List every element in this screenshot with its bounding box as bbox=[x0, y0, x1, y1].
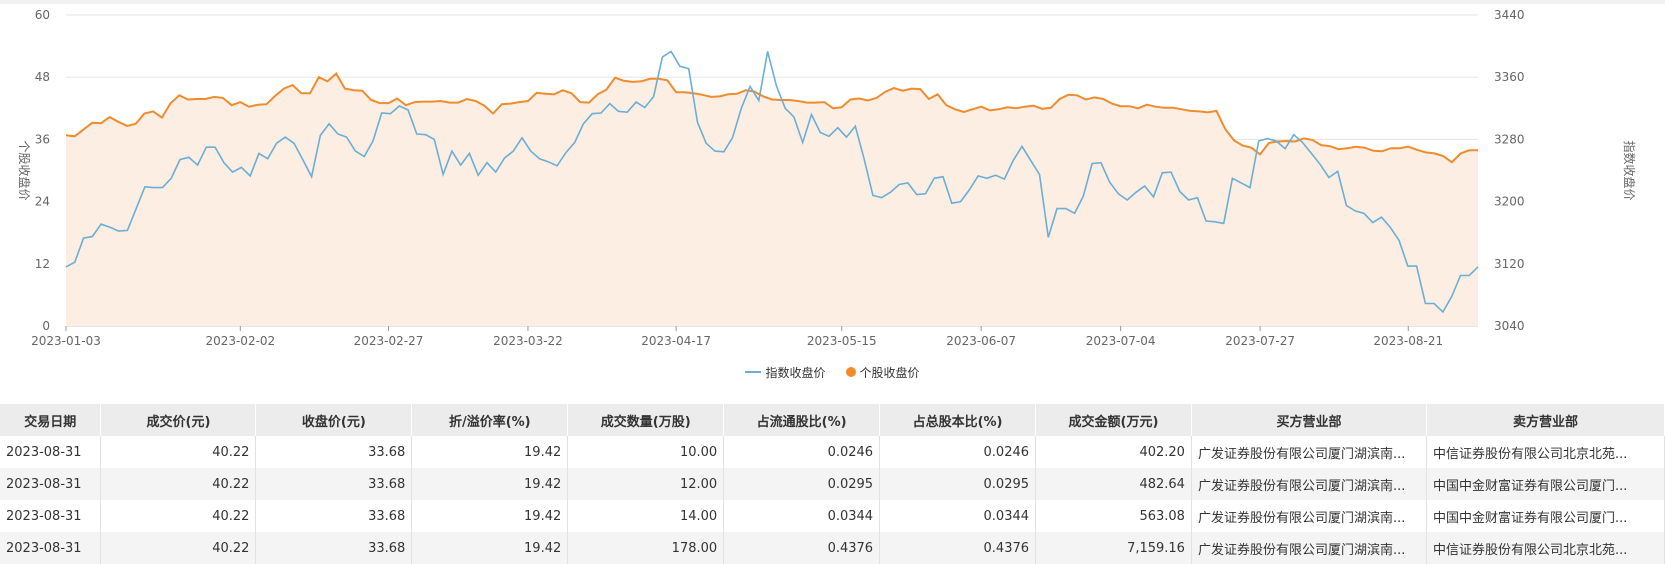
table-row: 2023-08-31 40.22 33.68 19.42 14.00 0.034… bbox=[0, 500, 1665, 532]
y-right-tick-label: 3360 bbox=[1494, 70, 1525, 84]
cell-close-price: 33.68 bbox=[255, 500, 413, 532]
cell-float-ratio: 0.0246 bbox=[723, 436, 881, 468]
cell-seller[interactable]: 中国中金财富证券有限公司厦门... bbox=[1426, 500, 1665, 532]
cell-premium-rate: 19.42 bbox=[411, 436, 569, 468]
cell-amount: 402.20 bbox=[1035, 436, 1192, 468]
y-right-axis-title: 指数收盘价 bbox=[1622, 140, 1637, 200]
y-left-tick-label: 60 bbox=[35, 8, 50, 22]
cell-volume: 10.00 bbox=[567, 436, 725, 468]
cell-trade-date: 2023-08-31 bbox=[0, 468, 102, 500]
y-right-tick-label: 3040 bbox=[1494, 319, 1525, 333]
legend-label-stock: 个股收盘价 bbox=[859, 365, 920, 380]
header-volume[interactable]: 成交数量(万股) bbox=[567, 404, 725, 436]
y-left-tick-label: 24 bbox=[35, 195, 50, 209]
line-swatch-icon bbox=[745, 371, 762, 373]
cell-volume: 12.00 bbox=[567, 468, 725, 500]
cell-buyer[interactable]: 广发证券股份有限公司厦门湖滨南... bbox=[1191, 436, 1427, 468]
cell-buyer[interactable]: 广发证券股份有限公司厦门湖滨南... bbox=[1191, 500, 1427, 532]
legend-label-index: 指数收盘价 bbox=[765, 365, 826, 380]
dot-swatch-icon bbox=[845, 367, 856, 377]
header-amount[interactable]: 成交金额(万元) bbox=[1035, 404, 1192, 436]
y-left-tick-label: 48 bbox=[35, 70, 50, 84]
y-left-tick-label: 0 bbox=[42, 319, 50, 333]
legend-item-stock[interactable]: 个股收盘价 bbox=[845, 364, 920, 380]
table-row: 2023-08-31 40.22 33.68 19.42 10.00 0.024… bbox=[0, 436, 1665, 468]
table-header-row: 交易日期 成交价(元) 收盘价(元) 折/溢价率(%) 成交数量(万股) 占流通… bbox=[0, 404, 1665, 436]
cell-close-price: 33.68 bbox=[255, 468, 413, 500]
y-right-tick-label: 3200 bbox=[1494, 195, 1525, 209]
y-right-tick-label: 3440 bbox=[1494, 8, 1525, 22]
x-tick-label: 2023-08-21 bbox=[1373, 334, 1443, 348]
cell-deal-price: 40.22 bbox=[100, 436, 257, 468]
cell-seller[interactable]: 中信证券股份有限公司北京北苑... bbox=[1426, 532, 1665, 564]
cell-trade-date: 2023-08-31 bbox=[0, 500, 102, 532]
header-total-ratio[interactable]: 占总股本比(%) bbox=[879, 404, 1037, 436]
header-seller[interactable]: 卖方营业部 bbox=[1426, 404, 1665, 436]
cell-buyer[interactable]: 广发证券股份有限公司厦门湖滨南... bbox=[1191, 468, 1427, 500]
cell-float-ratio: 0.0295 bbox=[723, 468, 881, 500]
x-tick-label: 2023-07-04 bbox=[1086, 334, 1156, 348]
header-premium-rate[interactable]: 折/溢价率(%) bbox=[411, 404, 569, 436]
x-tick-label: 2023-02-02 bbox=[205, 334, 275, 348]
y-left-tick-label: 12 bbox=[35, 257, 50, 271]
cell-premium-rate: 19.42 bbox=[411, 532, 569, 564]
y-right-tick-label: 3120 bbox=[1494, 257, 1525, 271]
cell-total-ratio: 0.4376 bbox=[879, 532, 1037, 564]
table-row: 2023-08-31 40.22 33.68 19.42 178.00 0.43… bbox=[0, 532, 1665, 564]
x-tick-label: 2023-07-27 bbox=[1225, 334, 1295, 348]
x-tick-label: 2023-01-03 bbox=[31, 334, 101, 348]
x-tick-label: 2023-02-27 bbox=[354, 334, 424, 348]
cell-deal-price: 40.22 bbox=[100, 532, 257, 564]
cell-deal-price: 40.22 bbox=[100, 468, 257, 500]
cell-volume: 178.00 bbox=[567, 532, 725, 564]
x-tick-label: 2023-06-07 bbox=[946, 334, 1016, 348]
cell-volume: 14.00 bbox=[567, 500, 725, 532]
table-row: 2023-08-31 40.22 33.68 19.42 12.00 0.029… bbox=[0, 468, 1665, 500]
price-chart: 0 3040 12 3120 24 3200 36 3280 48 3360 60 3440 个股收盘价… bbox=[17, 8, 1637, 348]
cell-total-ratio: 0.0295 bbox=[879, 468, 1037, 500]
x-tick-label: 2023-04-17 bbox=[641, 334, 711, 348]
header-float-ratio[interactable]: 占流通股比(%) bbox=[723, 404, 881, 436]
cell-total-ratio: 0.0344 bbox=[879, 500, 1037, 532]
cell-seller[interactable]: 中国中金财富证券有限公司厦门... bbox=[1426, 468, 1665, 500]
header-buyer[interactable]: 买方营业部 bbox=[1191, 404, 1427, 436]
y-left-axis-title: 个股收盘价 bbox=[17, 140, 32, 200]
cell-premium-rate: 19.42 bbox=[411, 468, 569, 500]
cell-total-ratio: 0.0246 bbox=[879, 436, 1037, 468]
x-tick-label: 2023-05-15 bbox=[807, 334, 877, 348]
legend-item-index[interactable]: 指数收盘价 bbox=[745, 364, 826, 380]
header-close-price[interactable]: 收盘价(元) bbox=[255, 404, 413, 436]
cell-close-price: 33.68 bbox=[255, 532, 413, 564]
cell-close-price: 33.68 bbox=[255, 436, 413, 468]
block-trade-table: 交易日期 成交价(元) 收盘价(元) 折/溢价率(%) 成交数量(万股) 占流通… bbox=[0, 404, 1665, 564]
chart-legend: 指数收盘价 个股收盘价 bbox=[0, 364, 1665, 380]
header-deal-price[interactable]: 成交价(元) bbox=[100, 404, 257, 436]
x-tick-label: 2023-03-22 bbox=[493, 334, 563, 348]
cell-float-ratio: 0.0344 bbox=[723, 500, 881, 532]
y-right-tick-label: 3280 bbox=[1494, 132, 1525, 146]
cell-seller[interactable]: 中信证券股份有限公司北京北苑... bbox=[1426, 436, 1665, 468]
cell-trade-date: 2023-08-31 bbox=[0, 532, 102, 564]
cell-buyer[interactable]: 广发证券股份有限公司厦门湖滨南... bbox=[1191, 532, 1427, 564]
stock-area-fill bbox=[66, 73, 1478, 326]
cell-amount: 482.64 bbox=[1035, 468, 1192, 500]
cell-trade-date: 2023-08-31 bbox=[0, 436, 102, 468]
cell-deal-price: 40.22 bbox=[100, 500, 257, 532]
cell-float-ratio: 0.4376 bbox=[723, 532, 881, 564]
header-trade-date[interactable]: 交易日期 bbox=[0, 404, 102, 436]
cell-premium-rate: 19.42 bbox=[411, 500, 569, 532]
cell-amount: 7,159.16 bbox=[1035, 532, 1192, 564]
cell-amount: 563.08 bbox=[1035, 500, 1192, 532]
y-left-tick-label: 36 bbox=[35, 132, 50, 146]
